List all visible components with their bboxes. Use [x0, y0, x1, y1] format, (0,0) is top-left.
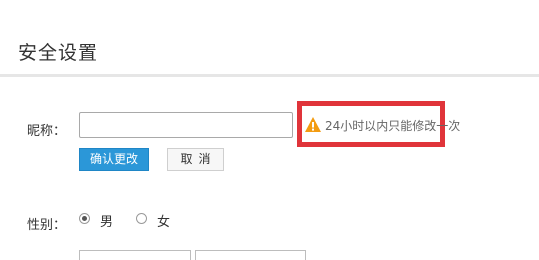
radio-button-male[interactable] — [79, 213, 90, 224]
next-field-input-1[interactable] — [79, 250, 191, 260]
title-divider — [0, 74, 539, 77]
nickname-label: 昵称： — [27, 124, 67, 139]
radio-selected-dot — [82, 216, 87, 221]
next-field-input-2[interactable] — [195, 250, 306, 260]
nickname-input[interactable] — [79, 112, 293, 138]
gender-radio-female[interactable]: 女 — [136, 211, 176, 230]
gender-label: 性别： — [27, 218, 67, 233]
warning-triangle-icon — [305, 117, 321, 132]
page-title: 安全设置 — [18, 42, 99, 64]
gender-option-male-label: 男 — [100, 215, 114, 230]
confirm-change-button[interactable]: 确认更改 — [79, 148, 149, 171]
nickname-warning-text: 24小时以内只能修改一次 — [325, 119, 461, 133]
gender-option-female-label: 女 — [157, 215, 171, 230]
gender-radio-male[interactable]: 男 — [79, 211, 119, 230]
cancel-button[interactable]: 取消 — [167, 148, 224, 171]
radio-button-female[interactable] — [136, 213, 147, 224]
